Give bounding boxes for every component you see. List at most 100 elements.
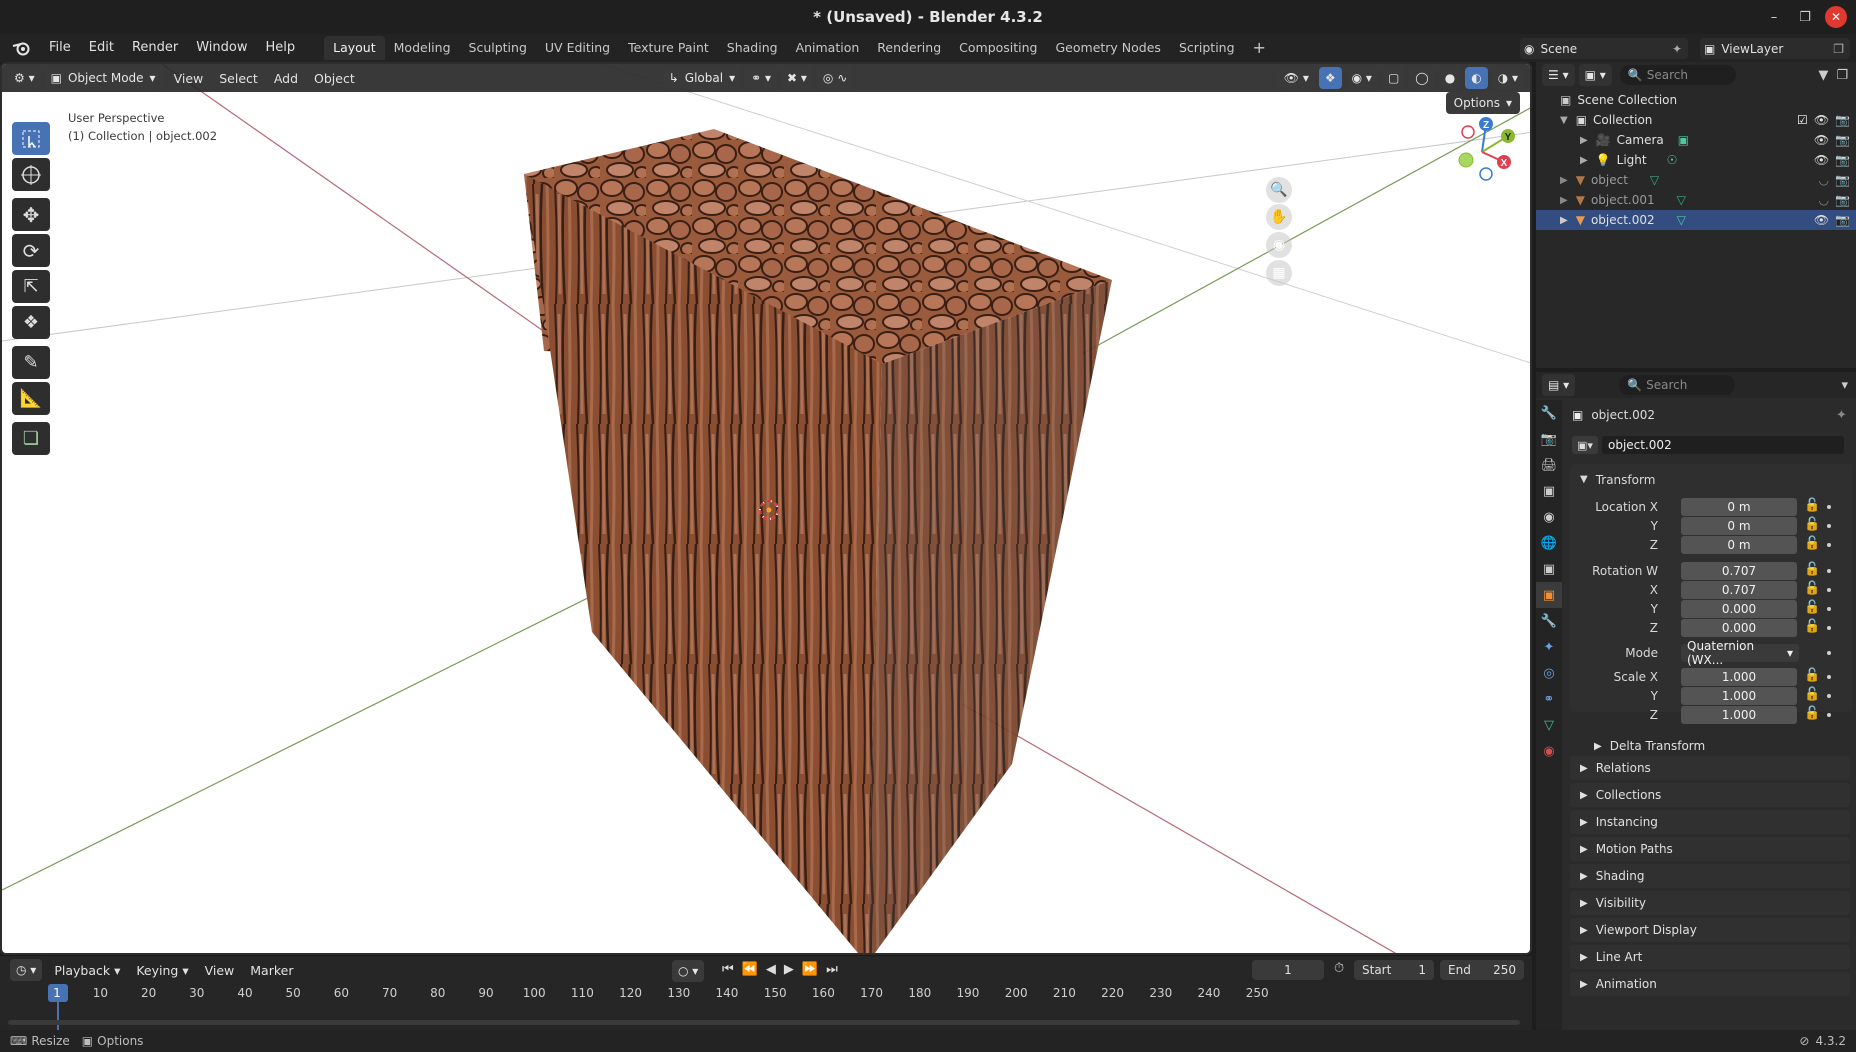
cursor-tool[interactable] [12,158,50,191]
outliner-item-camera[interactable]: ▶ 🎥 Camera ▣ 👁 📷 [1536,130,1856,150]
camera-render-icon[interactable]: 📷 [1835,193,1850,207]
viewport-menu-add[interactable]: Add [266,71,306,86]
line-art-section[interactable]: ▶ Line Art [1570,945,1850,969]
render-tab-icon[interactable]: 📷 [1536,426,1562,452]
collection-tab-icon[interactable]: ▣ [1536,556,1562,582]
eye-closed-icon[interactable]: ◡ [1819,193,1829,207]
lock-icon[interactable]: 🔓 [1804,706,1820,721]
expand-arrow-icon[interactable]: ▶ [1560,195,1568,206]
keyframe-dot[interactable] [1827,588,1831,592]
tab-sculpting[interactable]: Sculpting [460,36,536,60]
keyframe-dot[interactable] [1827,505,1831,509]
location-y-field[interactable]: 0 m [1681,517,1797,535]
tab-uv-editing[interactable]: UV Editing [536,36,619,60]
camera-data-icon[interactable]: ▣ [1678,133,1689,147]
maximize-button[interactable]: ❐ [1794,6,1816,28]
tab-scripting[interactable]: Scripting [1170,36,1244,60]
start-frame-field[interactable]: Start 1 [1354,960,1434,980]
rotation-y-field[interactable]: 0.000 [1681,600,1797,618]
timeline[interactable]: ◷ ▾ Playback ▾ Keying ▾ View Marker ○ ▾ … [0,955,1532,1030]
menu-window[interactable]: Window [187,36,256,60]
eye-closed-icon[interactable]: ◡ [1819,173,1829,187]
viewport-menu-object[interactable]: Object [306,71,363,86]
overlays-toggle[interactable]: ◉ ▾ [1345,67,1378,89]
outliner-item-object[interactable]: ▶ ▼ object ▽ ◡ 📷 [1536,170,1856,190]
3d-viewport[interactable]: ⚙ ▾ ▣ Object Mode ▾ View Select Add Obje… [0,62,1532,955]
menu-edit[interactable]: Edit [80,36,123,60]
lock-icon[interactable]: 🔓 [1804,517,1820,532]
play-reverse-icon[interactable]: ◀ [766,962,776,977]
keyframe-dot[interactable] [1827,713,1831,717]
particles-tab-icon[interactable]: ✦ [1536,634,1562,660]
camera-view-icon[interactable]: ◉ [1266,232,1292,258]
scene-tab-icon[interactable]: ◉ [1536,504,1562,530]
outliner-editor-type[interactable]: ☰ ▾ [1542,64,1575,86]
lock-icon[interactable]: 🔓 [1804,619,1820,634]
lock-icon[interactable]: 🔓 [1804,562,1820,577]
scale-z-field[interactable]: 1.000 [1681,706,1797,724]
viewport-display-section[interactable]: ▶ Viewport Display [1570,918,1850,942]
measure-tool[interactable]: 📐 [12,382,50,415]
tab-geometry-nodes[interactable]: Geometry Nodes [1047,36,1170,60]
prev-keyframe-icon[interactable]: ⏪ [742,962,758,977]
close-button[interactable]: ✕ [1825,6,1847,28]
view-layer-selector[interactable]: ▣ ViewLayer ❐ [1700,38,1850,59]
tool-tab-icon[interactable]: 🔧 [1536,400,1562,426]
menu-marker[interactable]: Marker [242,963,301,978]
eye-icon[interactable]: 👁 [1814,113,1829,127]
visibility-dropdown[interactable]: 👁 ▾ [1277,67,1315,89]
material-preview-button[interactable]: ◐ [1465,67,1488,89]
keyframe-dot[interactable] [1827,626,1831,630]
options-dropdown[interactable]: Options ▾ [1445,92,1520,114]
expand-arrow-icon[interactable]: ▶ [1580,155,1588,166]
delta-transform-section[interactable]: ▶ Delta Transform [1584,734,1850,758]
scale-y-field[interactable]: 1.000 [1681,687,1797,705]
instancing-section[interactable]: ▶ Instancing [1570,810,1850,834]
zoom-icon[interactable]: 🔍 [1266,177,1292,203]
object-browse-dropdown[interactable]: ▣▾ [1572,436,1598,454]
minimize-button[interactable]: – [1763,6,1785,28]
tab-texture-paint[interactable]: Texture Paint [619,36,718,60]
camera-render-icon[interactable]: 📷 [1835,213,1850,227]
new-layer-icon[interactable]: ❐ [1833,42,1844,56]
axis-gizmo[interactable]: Z Y X [1442,112,1522,192]
current-frame-field[interactable]: 1 [1252,960,1324,980]
outliner-search-input[interactable]: 🔍 Search [1619,65,1736,85]
relations-section[interactable]: ▶ Relations [1570,756,1850,780]
solid-shading-button[interactable]: ● [1438,67,1462,89]
animation-section[interactable]: ▶ Animation [1570,972,1850,996]
camera-render-icon[interactable]: 📷 [1835,113,1850,127]
jump-start-icon[interactable]: ⏮ [722,962,734,977]
proportional-editing-button[interactable]: ◎ ∿ [816,67,854,89]
keyframe-dot[interactable] [1827,543,1831,547]
add-workspace-icon[interactable]: + [1244,36,1275,60]
rotation-w-field[interactable]: 0.707 [1681,562,1797,580]
shading-section[interactable]: ▶ Shading [1570,864,1850,888]
tab-layout[interactable]: Layout [324,36,385,60]
keyframe-dot[interactable] [1827,694,1831,698]
menu-file[interactable]: File [40,36,80,60]
properties-search-input[interactable]: 🔍 Search [1619,375,1736,395]
end-frame-field[interactable]: End 250 [1440,960,1524,980]
eye-icon[interactable]: 👁 [1814,153,1829,167]
expand-arrow-icon[interactable]: ▶ [1560,215,1568,226]
collections-section[interactable]: ▶ Collections [1570,783,1850,807]
mesh-data-icon[interactable]: ▽ [1677,213,1686,227]
scale-tool[interactable]: ⇱ [12,270,50,303]
outliner-scene-collection[interactable]: ▣ Scene Collection [1536,90,1856,110]
eye-icon[interactable]: 👁 [1814,213,1829,227]
view-layer-tab-icon[interactable]: ▣ [1536,478,1562,504]
motion-paths-section[interactable]: ▶ Motion Paths [1570,837,1850,861]
rotation-mode-dropdown[interactable]: Quaternion (WX... ▾ [1681,639,1799,667]
select-box-tool[interactable] [12,122,50,155]
data-tab-icon[interactable]: ▽ [1536,712,1562,738]
viewport-scene[interactable] [2,64,1532,955]
material-tab-icon[interactable]: ◉ [1536,738,1562,764]
wireframe-shading-button[interactable]: ◯ [1409,67,1435,89]
lock-icon[interactable]: 🔓 [1804,687,1820,702]
outliner-collection[interactable]: ▼ ▣ Collection ☑ 👁 📷 [1536,110,1856,130]
eye-icon[interactable]: 👁 [1814,133,1829,147]
scene-selector[interactable]: ◉ Scene ✦ [1520,38,1688,59]
camera-render-icon[interactable]: 📷 [1835,173,1850,187]
properties-editor-type[interactable]: ▤ ▾ [1542,374,1576,396]
